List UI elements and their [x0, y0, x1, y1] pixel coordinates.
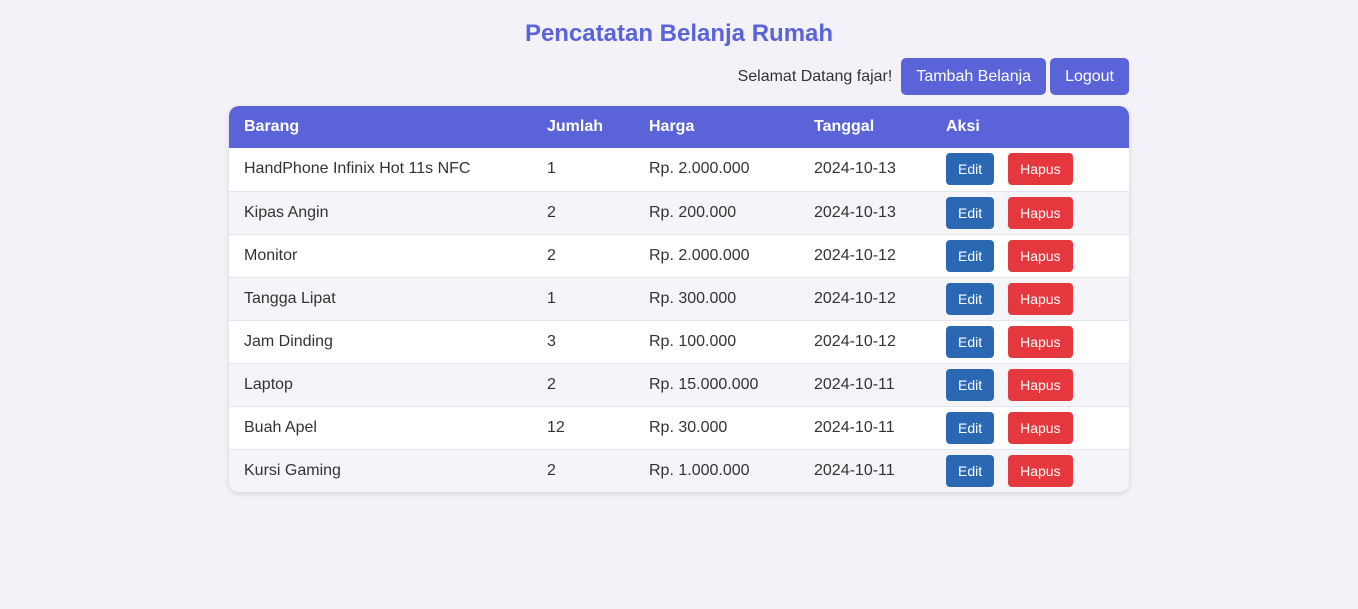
- cell-jumlah: 1: [547, 289, 556, 307]
- cell-tanggal: 2024-10-11: [814, 461, 895, 479]
- logout-button[interactable]: Logout: [1050, 58, 1129, 95]
- cell-barang: Monitor: [244, 246, 298, 264]
- cell-harga: Rp. 100.000: [649, 332, 737, 350]
- edit-button[interactable]: Edit: [946, 325, 995, 358]
- table-row: Laptop 2 Rp. 15.000.000 2024-10-11 Edit H…: [229, 363, 1129, 406]
- cell-barang: Tangga Lipat: [244, 289, 336, 307]
- cell-harga: Rp. 15.000.000: [649, 375, 759, 393]
- delete-button[interactable]: Hapus: [1008, 368, 1073, 401]
- cell-aksi: Edit Hapus: [931, 320, 1129, 363]
- shopping-table-container: Barang Jumlah Harga Tanggal Aksi HandPho…: [229, 106, 1129, 492]
- cell-tanggal: 2024-10-13: [814, 160, 896, 178]
- cell-aksi: Edit Hapus: [931, 191, 1129, 234]
- delete-button[interactable]: Hapus: [1008, 454, 1073, 487]
- column-header-barang: Barang: [244, 118, 300, 135]
- table-row: Kipas Angin 2 Rp. 200.000 2024-10-13 Edi…: [229, 191, 1129, 234]
- cell-tanggal: 2024-10-11: [814, 375, 895, 393]
- column-header-jumlah: Jumlah: [547, 118, 604, 135]
- edit-button[interactable]: Edit: [946, 454, 995, 487]
- cell-tanggal: 2024-10-13: [814, 203, 896, 221]
- cell-aksi: Edit Hapus: [931, 277, 1129, 320]
- cell-aksi: Edit Hapus: [931, 449, 1129, 492]
- cell-tanggal: 2024-10-12: [814, 246, 896, 264]
- table-row: Tangga Lipat 1 Rp. 300.000 2024-10-12 Ed…: [229, 277, 1129, 320]
- shopping-table: Barang Jumlah Harga Tanggal Aksi HandPho…: [229, 106, 1129, 492]
- cell-barang: Laptop: [244, 375, 293, 393]
- edit-button[interactable]: Edit: [946, 282, 995, 315]
- cell-jumlah: 2: [547, 375, 556, 393]
- cell-aksi: Edit Hapus: [931, 234, 1129, 277]
- cell-aksi: Edit Hapus: [931, 406, 1129, 449]
- cell-tanggal: 2024-10-11: [814, 418, 895, 436]
- cell-barang: HandPhone Infinix Hot 11s NFC: [244, 160, 471, 178]
- table-header-row: Barang Jumlah Harga Tanggal Aksi: [229, 106, 1129, 148]
- page-title: Pencatatan Belanja Rumah: [524, 20, 834, 47]
- cell-jumlah: 2: [547, 461, 556, 479]
- edit-button[interactable]: Edit: [946, 196, 995, 229]
- edit-button[interactable]: Edit: [946, 411, 995, 444]
- cell-harga: Rp. 30.000: [649, 418, 728, 436]
- table-body: HandPhone Infinix Hot 11s NFC 1 Rp. 2.00…: [229, 148, 1129, 492]
- delete-button[interactable]: Hapus: [1008, 282, 1073, 315]
- cell-harga: Rp. 1.000.000: [649, 461, 750, 479]
- cell-tanggal: 2024-10-12: [814, 332, 896, 350]
- table-row: Buah Apel 12 Rp. 30.000 2024-10-11 Edit H…: [229, 406, 1129, 449]
- cell-tanggal: 2024-10-12: [814, 289, 896, 307]
- cell-aksi: Edit Hapus: [931, 148, 1129, 191]
- delete-button[interactable]: Hapus: [1008, 153, 1073, 186]
- delete-button[interactable]: Hapus: [1008, 239, 1073, 272]
- cell-harga: Rp. 200.000: [649, 203, 737, 221]
- top-bar: Selamat Datang fajar! Tambah Belanja Log…: [738, 58, 1129, 95]
- cell-jumlah: 2: [547, 246, 556, 264]
- edit-button[interactable]: Edit: [946, 239, 995, 272]
- delete-button[interactable]: Hapus: [1008, 196, 1073, 229]
- cell-barang: Kursi Gaming: [244, 461, 341, 479]
- cell-aksi: Edit Hapus: [931, 363, 1129, 406]
- delete-button[interactable]: Hapus: [1008, 411, 1073, 444]
- cell-harga: Rp. 2.000.000: [649, 246, 750, 264]
- column-header-aksi: Aksi: [946, 118, 980, 135]
- edit-button[interactable]: Edit: [946, 153, 995, 186]
- table-row: HandPhone Infinix Hot 11s NFC 1 Rp. 2.00…: [229, 148, 1129, 191]
- delete-button[interactable]: Hapus: [1008, 325, 1073, 358]
- edit-button[interactable]: Edit: [946, 368, 995, 401]
- cell-barang: Jam Dinding: [244, 332, 333, 350]
- column-header-tanggal: Tanggal: [814, 118, 875, 135]
- table-row: Jam Dinding 3 Rp. 100.000 2024-10-12 Edi…: [229, 320, 1129, 363]
- add-shopping-button[interactable]: Tambah Belanja: [901, 58, 1047, 95]
- cell-barang: Buah Apel: [244, 418, 317, 436]
- table-row: Monitor 2 Rp. 2.000.000 2024-10-12 Edit H…: [229, 234, 1129, 277]
- cell-harga: Rp. 2.000.000: [649, 160, 750, 178]
- cell-jumlah: 12: [547, 418, 565, 436]
- cell-barang: Kipas Angin: [244, 203, 329, 221]
- cell-jumlah: 2: [547, 203, 556, 221]
- welcome-text: Selamat Datang fajar!: [737, 67, 893, 85]
- cell-jumlah: 3: [547, 332, 556, 350]
- column-header-harga: Harga: [649, 118, 695, 135]
- cell-jumlah: 1: [547, 160, 556, 178]
- table-row: Kursi Gaming 2 Rp. 1.000.000 2024-10-11 …: [229, 449, 1129, 492]
- cell-harga: Rp. 300.000: [649, 289, 737, 307]
